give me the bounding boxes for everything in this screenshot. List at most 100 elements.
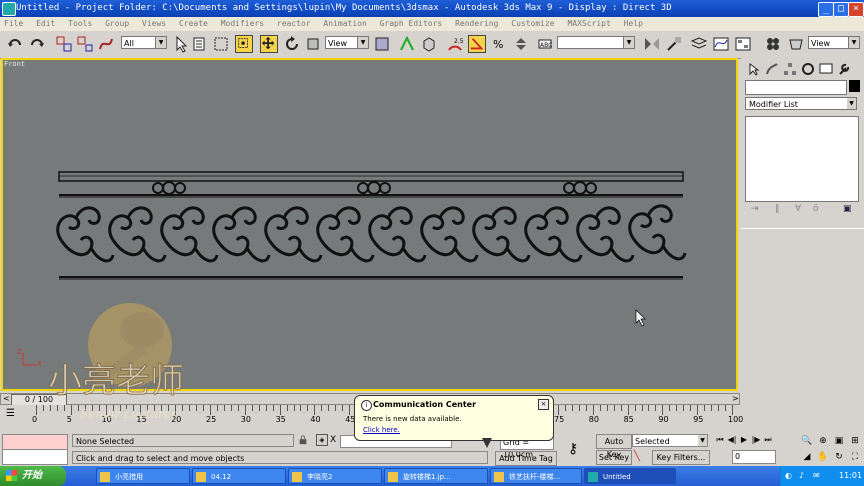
menu-maxscript[interactable]: MAXScript [567,19,610,28]
align-icon[interactable] [665,35,683,53]
close-button[interactable]: × [848,2,864,17]
add-time-tag-button[interactable]: Add Time Tag [495,451,557,466]
unlink-icon[interactable] [76,35,94,53]
move-icon[interactable] [260,35,278,53]
tray-icon[interactable]: ✉ [813,466,820,486]
railing-model[interactable] [3,60,736,389]
rect-selection-region-icon[interactable] [212,35,230,53]
track-bar-menu-icon[interactable]: ☰ [6,408,15,419]
prev-frame-arrow[interactable]: < [3,394,10,404]
undo-icon[interactable] [6,35,24,53]
front-viewport[interactable]: Z X [1,58,738,391]
goto-start-icon[interactable]: ⏮ [714,435,726,445]
render-view-combo[interactable]: View ▼ [808,36,860,49]
menu-reactor[interactable]: reactor [277,19,311,28]
select-object-icon[interactable] [172,35,190,53]
object-color-swatch[interactable] [849,80,860,92]
spinner-snap-icon[interactable] [512,35,530,53]
key-mode-icon[interactable]: ╲ [634,451,640,462]
pivot-center-icon[interactable] [373,35,391,53]
maxscript-listener-output[interactable] [2,449,68,465]
taskbar-item-active[interactable]: Untitled [584,468,676,484]
remove-modifier-icon[interactable]: ö [813,204,825,216]
bind-to-space-warp-icon[interactable] [97,35,115,53]
key-filters-button[interactable]: Key Filters... [652,450,710,465]
select-manipulate-icon[interactable] [398,35,416,53]
start-button[interactable]: 开始 [0,466,66,486]
auto-key-button[interactable]: Auto Key [596,434,632,459]
menu-animation[interactable]: Animation [323,19,366,28]
current-frame-field[interactable]: 0 [732,450,776,464]
set-keys-key-icon[interactable]: ⚷ [568,441,578,457]
set-key-button[interactable]: Set Key [596,450,632,465]
percent-snap-icon[interactable]: % [490,35,508,53]
layer-manager-icon[interactable] [690,35,708,53]
zoom-extents-icon[interactable]: ▣ [832,434,846,448]
menu-tools[interactable]: Tools [68,19,92,28]
balloon-close-button[interactable]: × [538,399,549,410]
viewport-label[interactable]: Front [4,60,25,68]
named-selection-combo[interactable]: ▼ [557,36,635,49]
menu-customize[interactable]: Customize [511,19,554,28]
menu-help[interactable]: Help [624,19,643,28]
balloon-link[interactable]: Click here. [363,426,400,434]
key-selection-combo[interactable]: Selected ▼ [632,434,708,447]
tray-icon[interactable]: ◐ [785,466,792,486]
pan-icon[interactable]: ✋ [816,450,830,464]
motion-tab-icon[interactable] [801,62,815,76]
menu-edit[interactable]: Edit [36,19,55,28]
taskbar-item[interactable]: 小亮措用 [96,468,190,484]
maxscript-listener-macro[interactable] [2,434,68,450]
zoom-all-icon[interactable]: ⊕ [816,434,830,448]
zoom-extents-all-icon[interactable]: ⊞ [848,434,862,448]
menu-rendering[interactable]: Rendering [455,19,498,28]
modifier-list-combo[interactable]: Modifier List ▼ [745,97,857,110]
maximize-button[interactable]: □ [833,2,849,17]
menu-views[interactable]: Views [142,19,166,28]
minimize-button[interactable]: _ [818,2,834,17]
select-and-link-icon[interactable] [55,35,73,53]
taskbar-item[interactable]: 04.12 [192,468,286,484]
taskbar-item[interactable]: 旋转楼梯1.jp... [384,468,488,484]
selection-lock-icon[interactable] [298,435,308,448]
play-icon[interactable]: ▶ [738,435,750,444]
configure-modifier-sets-icon[interactable]: ▣ [843,204,855,216]
show-end-result-icon[interactable]: ‖ [775,204,787,216]
modify-tab-icon[interactable] [765,62,779,76]
clock[interactable]: 11:01 [839,466,862,486]
scale-icon[interactable] [304,35,322,53]
utilities-tab-icon[interactable] [837,62,851,76]
taskbar-item[interactable]: 铁艺扶杆-楼梯... [490,468,582,484]
taskbar-item[interactable]: 李晓亮2 [288,468,382,484]
goto-end-icon[interactable]: ⏭ [762,435,774,445]
next-key-icon[interactable]: |▶ [750,435,762,444]
prev-key-icon[interactable]: ◀| [726,435,738,444]
window-crossing-icon[interactable] [235,35,253,53]
tray-icon[interactable]: ♪ [799,466,804,486]
edit-named-selection-icon[interactable]: ABC [536,35,554,53]
curve-editor-icon[interactable] [712,35,730,53]
menu-group[interactable]: Group [105,19,129,28]
menu-create[interactable]: Create [179,19,208,28]
make-unique-icon[interactable]: ∀ [795,204,807,216]
snap-toggle-icon[interactable]: 2.5 [446,35,464,53]
select-by-name-icon[interactable] [192,35,210,53]
reference-coord-combo[interactable]: View ▼ [325,36,369,49]
modifier-stack[interactable] [745,116,859,202]
maximize-viewport-icon[interactable]: ⛶ [848,450,862,464]
field-of-view-icon[interactable]: ◢ [800,450,814,464]
material-editor-icon[interactable] [764,35,782,53]
pin-stack-icon[interactable]: ⇥ [751,204,763,216]
menu-modifiers[interactable]: Modifiers [221,19,264,28]
absolute-mode-icon[interactable]: ◈ [316,434,328,446]
selection-filter-combo[interactable]: All ▼ [121,36,167,49]
render-scene-icon[interactable] [787,35,805,53]
redo-icon[interactable] [28,35,46,53]
object-name-field[interactable] [745,80,847,95]
arc-rotate-icon[interactable]: ↻ [832,450,846,464]
schematic-view-icon[interactable] [734,35,752,53]
menu-graph-editors[interactable]: Graph Editors [380,19,443,28]
zoom-icon[interactable]: 🔍 [800,434,814,448]
display-tab-icon[interactable] [819,62,833,76]
menu-file[interactable]: File [4,19,23,28]
